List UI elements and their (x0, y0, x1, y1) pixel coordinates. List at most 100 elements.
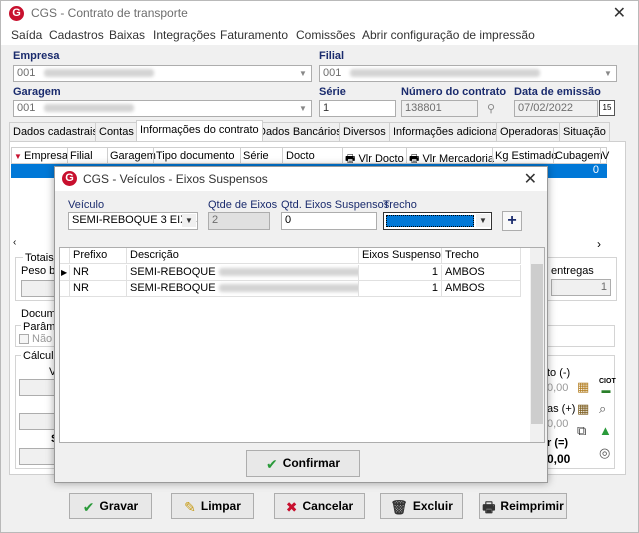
col-v[interactable]: V (602, 150, 609, 162)
binoculars-icon[interactable]: ⚲ (487, 102, 495, 115)
col-docto[interactable]: Docto (286, 150, 315, 162)
menu-cadastros[interactable]: Cadastros (49, 28, 104, 42)
garagem-select[interactable]: 001 ▼ (13, 100, 312, 117)
row-pointer-icon: ▶ (60, 265, 70, 281)
tab-diversos[interactable]: Diversos (339, 122, 390, 141)
garagem-label: Garagem (13, 86, 61, 98)
app-logo-icon: G (62, 171, 77, 186)
chevron-down-icon: ▼ (182, 214, 196, 227)
tab-operadoras[interactable]: Operadoras (496, 122, 563, 141)
tab-informacoes-contrato[interactable]: Informações do contrato (136, 120, 263, 141)
search-doc-icon[interactable]: ⌕ (599, 401, 606, 417)
col-descricao[interactable]: Descrição (127, 248, 359, 264)
scrollbar-thumb[interactable] (531, 264, 543, 424)
tab-dados-bancarios[interactable]: Dados Bancários (254, 122, 346, 141)
calculator-icon[interactable]: ▦ (577, 379, 589, 395)
ciot-icon[interactable]: CIOT ▬ (599, 378, 616, 396)
empresa-label: Empresa (13, 50, 60, 62)
coins-icon[interactable]: ◎ (599, 445, 610, 461)
chevron-down-icon: ▼ (604, 69, 612, 78)
numero-contrato-input[interactable]: 138801 (401, 100, 478, 117)
documents-grid-header: ▼ Empresa Filial Garagem Tipo documento … (11, 147, 609, 165)
copy-icon[interactable]: ⧉ (577, 423, 586, 439)
eixos-grid: Prefixo Descrição Eixos Suspensos Trecho… (59, 247, 545, 443)
col-eixos-suspensos[interactable]: Eixos Suspensos (359, 248, 442, 264)
serie-input[interactable]: 1 (319, 100, 396, 117)
col-kg-estimado[interactable]: Kg Estimado (495, 150, 557, 162)
gravar-button[interactable]: ✔ Gravar (69, 493, 152, 519)
excluir-button[interactable]: 🗑 Excluir (380, 493, 463, 519)
add-button[interactable]: + (502, 211, 522, 231)
sort-arrow-icon: ▼ (14, 152, 22, 161)
filial-select[interactable]: 001 ▼ (319, 65, 617, 82)
calc-field-2[interactable] (19, 413, 59, 430)
col-garagem[interactable]: Garagem (110, 150, 156, 162)
col-empresa[interactable]: Empresa (24, 150, 68, 162)
calc-field-1[interactable] (19, 379, 59, 396)
menu-integracoes[interactable]: Integrações (153, 28, 216, 42)
acrescimo-value: 0,00 (547, 418, 569, 430)
col-prefixo[interactable]: Prefixo (70, 248, 127, 264)
data-emissao-label: Data de emissão (514, 86, 601, 98)
table-row[interactable]: NR SEMI-REBOQUE 1 AMBOS (60, 281, 530, 297)
menu-faturamento[interactable]: Faturamento (220, 28, 288, 42)
serie-label: Série (319, 86, 346, 98)
filial-label: Filial (319, 50, 345, 62)
qtde-eixos-input[interactable]: 2 (208, 212, 270, 230)
close-icon[interactable]: ✕ (524, 169, 537, 189)
col-trecho[interactable]: Trecho (442, 248, 521, 264)
dialog-title-bar: G CGS - Veículos - Eixos Suspensos ✕ (55, 167, 547, 191)
scroll-left-icon[interactable]: ‹ (13, 237, 16, 248)
vertical-scrollbar[interactable] (530, 248, 544, 442)
cancelar-button[interactable]: ✖ Cancelar (274, 493, 365, 519)
desconto-value: 0,00 (547, 382, 569, 394)
entregas-label: entregas (551, 265, 594, 277)
title-bar: G CGS - Contrato de transporte ✕ (1, 1, 638, 25)
window-title: CGS - Contrato de transporte (31, 6, 188, 20)
qtd-eixos-suspensos-label: Qtd. Eixos Suspensos (281, 199, 390, 211)
table-row[interactable]: ▶ NR SEMI-REBOQUE 1 AMBOS (60, 265, 530, 281)
menu-bar: Saída Cadastros Baixas Integrações Fatur… (1, 25, 638, 45)
trecho-value (386, 215, 474, 227)
tab-dados-cadastrais[interactable]: Dados cadastrais (9, 122, 102, 141)
nao-checkbox[interactable] (19, 334, 29, 344)
totais-label: Totais (23, 252, 56, 264)
menu-baixas[interactable]: Baixas (109, 28, 145, 42)
total-value: 0,00 (547, 452, 571, 466)
limpar-button[interactable]: ✎ Limpar (171, 493, 254, 519)
qtd-eixos-suspensos-input[interactable]: 0 (281, 212, 377, 230)
veiculo-select[interactable]: SEMI-REBOQUE 3 EIXOS ▼ (68, 212, 198, 230)
eraser-icon: ✎ (184, 498, 196, 515)
calendar-icon[interactable]: 15 (599, 100, 615, 116)
veiculo-label: Veículo (68, 199, 105, 211)
col-serie[interactable]: Série (243, 150, 269, 162)
col-filial[interactable]: Filial (70, 150, 93, 162)
entregas-field[interactable]: 1 (551, 279, 611, 296)
eixos-suspensos-dialog: G CGS - Veículos - Eixos Suspensos ✕ Veí… (54, 166, 548, 483)
total-label: r (=) (547, 437, 569, 449)
dialog-title: CGS - Veículos - Eixos Suspensos (83, 172, 268, 186)
col-cubagem[interactable]: Cubagem (555, 150, 603, 162)
trecho-select[interactable]: ▼ (383, 212, 492, 230)
check-icon: ✔ (82, 498, 95, 515)
tab-informacoes-adicionais[interactable]: Informações adicionais (389, 122, 510, 141)
empresa-select[interactable]: 001 ▼ (13, 65, 312, 82)
chevron-down-icon: ▼ (299, 69, 307, 78)
reimprimir-button[interactable]: 🖶 Reimprimir (479, 493, 567, 519)
close-icon[interactable]: ✕ (613, 3, 626, 23)
menu-comissoes[interactable]: Comissões (296, 28, 355, 42)
desconto-label: to (-) (547, 367, 571, 379)
col-tipo-documento[interactable]: Tipo documento (156, 150, 234, 162)
scroll-right-icon[interactable]: › (597, 237, 601, 251)
menu-abrir-config[interactable]: Abrir configuração de impressão (362, 28, 535, 42)
triangle-icon[interactable]: ▲ (599, 423, 612, 438)
calc-edit-icon[interactable]: ▦ (577, 401, 589, 417)
confirmar-button[interactable]: ✔ Confirmar (246, 450, 360, 477)
tab-situacao[interactable]: Situação (559, 122, 610, 141)
tab-contas[interactable]: Contas (95, 122, 138, 141)
garagem-value: 001 (17, 102, 36, 114)
calc-field-3[interactable] (19, 448, 59, 465)
data-emissao-input[interactable]: 07/02/2022 (514, 100, 598, 117)
printer-icon: 🖶 (482, 498, 496, 515)
menu-saida[interactable]: Saída (11, 28, 42, 42)
